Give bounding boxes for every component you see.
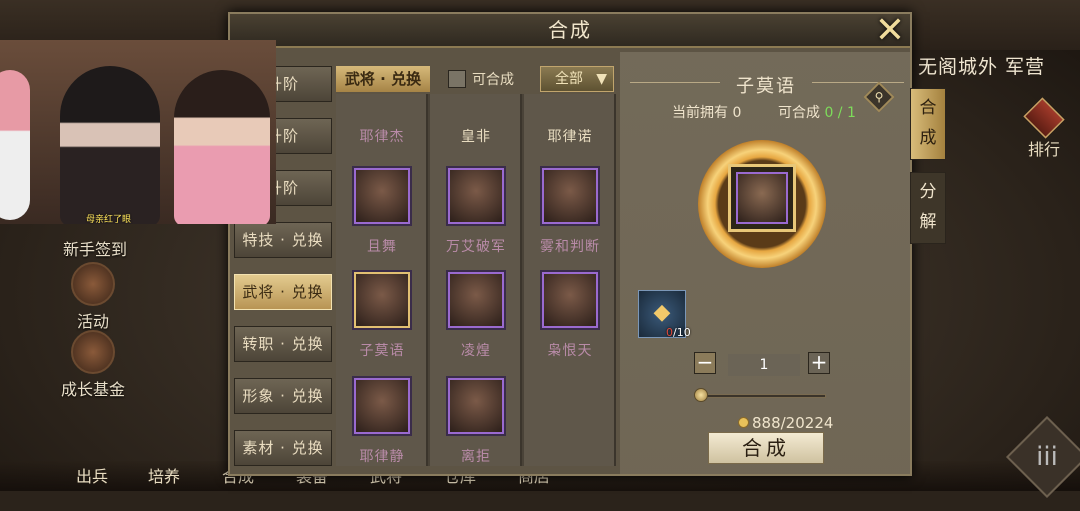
compose-button[interactable]: 合成 <box>708 432 824 464</box>
hero-card[interactable]: 万艾破军 <box>430 168 522 256</box>
slider-handle[interactable] <box>694 388 708 402</box>
nav-train[interactable]: 培养 <box>148 463 180 487</box>
can-compose-label: 可合成 <box>472 72 514 88</box>
growth-fund-label: 成长基金 <box>60 380 125 399</box>
divider <box>812 82 904 83</box>
hero-card-selected[interactable]: 子莫语 <box>336 272 428 360</box>
fragment-need: /10 <box>673 326 691 339</box>
hero-name: 皇非 <box>461 129 491 145</box>
hero-name: 凌煌 <box>461 343 491 359</box>
hero-name: 耶律诺 <box>547 129 593 145</box>
cost-display: 888/20224 <box>738 414 833 432</box>
cost-value: 888/20224 <box>752 414 834 432</box>
quantity-field[interactable]: 1 <box>728 354 800 376</box>
character-figure <box>60 66 160 224</box>
hero-portrait <box>354 272 410 328</box>
panel-title: 合成 <box>230 14 910 48</box>
city-name: 无阁城外 军营 <box>918 56 1046 78</box>
menu-icon: iii <box>1036 442 1058 472</box>
quantity-slider[interactable] <box>700 394 826 398</box>
hero-name: 耶律静 <box>359 449 405 465</box>
hero-name: 雾和判断 <box>540 239 600 255</box>
can-make-label: 可合成 <box>778 105 820 121</box>
left-icon-growth-fund[interactable]: 成长基金 <box>48 330 138 400</box>
side-menu-label: 转职 · 兑换 <box>242 335 324 353</box>
side-menu-class-exchange[interactable]: 转职 · 兑换 <box>234 326 332 362</box>
left-icon-activity[interactable]: 活动 <box>48 262 138 332</box>
hero-portrait <box>448 378 504 434</box>
growth-fund-icon <box>71 330 115 374</box>
side-menu-hero-exchange[interactable]: 武将 · 兑换 <box>234 274 332 310</box>
can-compose-checkbox[interactable] <box>448 70 466 88</box>
tab-compose-label: 合 成 <box>919 98 937 148</box>
hero-portrait <box>448 168 504 224</box>
hero-card[interactable]: 雾和判断 <box>524 168 616 256</box>
tab-hero-exchange[interactable]: 武将 · 兑换 <box>336 66 430 92</box>
hero-card[interactable]: 凌煌 <box>430 272 522 360</box>
hero-name: 子莫语 <box>359 343 405 359</box>
side-menu-label: 素材 · 兑换 <box>242 439 324 457</box>
hero-card[interactable]: 耶律诺 <box>524 96 616 146</box>
owned-value: 0 <box>732 105 742 121</box>
tab-decompose[interactable]: 分 解 <box>910 172 946 244</box>
rank-label: 排行 <box>1027 140 1060 159</box>
filter-dropdown[interactable]: 全部 ▼ <box>540 66 614 92</box>
hero-card[interactable]: 离拒 <box>430 378 522 466</box>
stream-overlay: 母亲红了眼 <box>0 40 276 224</box>
hero-name: 万艾破军 <box>446 239 506 255</box>
tab-compose[interactable]: 合 成 <box>910 88 946 160</box>
decrease-button[interactable]: − <box>694 352 716 374</box>
hero-portrait <box>542 272 598 328</box>
chevron-down-icon: ▼ <box>596 71 607 87</box>
side-menu-label: 武将 · 兑换 <box>242 283 324 301</box>
filter-bar: 武将 · 兑换 可合成 全部 ▼ <box>336 66 616 94</box>
hero-card[interactable]: 且舞 <box>336 168 428 256</box>
dropdown-value: 全部 <box>555 71 583 87</box>
owned-label: 当前拥有 <box>672 105 728 121</box>
side-menu-look-exchange[interactable]: 形象 · 兑换 <box>234 378 332 414</box>
increase-button[interactable]: + <box>808 352 830 374</box>
coin-icon <box>738 417 749 428</box>
owned-count: 当前拥有 0 <box>672 102 741 122</box>
side-menu-label: 形象 · 兑换 <box>242 387 324 405</box>
overlay-caption: 母亲红了眼 <box>86 215 132 224</box>
hero-portrait <box>354 168 410 224</box>
tab-decompose-label: 分 解 <box>919 182 937 232</box>
hero-card[interactable]: 枭恨天 <box>524 272 616 360</box>
divider <box>630 82 720 83</box>
fragment-have: 0 <box>666 326 673 339</box>
side-menu-material-exchange[interactable]: 素材 · 兑换 <box>234 430 332 466</box>
can-make-count: 可合成 0 / 1 <box>778 102 856 122</box>
selected-hero-portrait[interactable] <box>736 172 788 224</box>
hero-portrait <box>354 378 410 434</box>
hero-card[interactable]: 皇非 <box>430 96 522 146</box>
rank-icon <box>1023 97 1065 139</box>
fragment-count: 0/10 <box>666 326 691 339</box>
character-figure <box>174 70 270 224</box>
side-menu-skill-exchange[interactable]: 特技 · 兑换 <box>234 222 332 258</box>
close-icon[interactable]: ✕ <box>870 13 910 50</box>
hero-portrait <box>542 168 598 224</box>
hero-name: 耶律杰 <box>359 129 405 145</box>
activity-label: 活动 <box>76 312 109 331</box>
signin-label: 新手签到 <box>62 240 127 259</box>
hero-name: 且舞 <box>367 239 397 255</box>
nav-dispatch[interactable]: 出兵 <box>76 463 108 487</box>
left-icon-signin[interactable]: 新手签到 <box>50 236 140 260</box>
hero-card[interactable]: 耶律杰 <box>336 96 428 146</box>
rank-button[interactable]: 排行 <box>1018 97 1070 160</box>
hero-card[interactable]: 耶律静 <box>336 378 428 466</box>
hero-name: 离拒 <box>461 449 491 465</box>
activity-icon <box>71 262 115 306</box>
detail-hero-name: 子莫语 <box>736 76 796 97</box>
hero-portrait <box>448 272 504 328</box>
can-make-value: 0 / 1 <box>824 105 856 121</box>
character-figure <box>0 70 30 220</box>
side-menu-label: 特技 · 兑换 <box>242 231 324 249</box>
hero-name: 枭恨天 <box>547 343 593 359</box>
